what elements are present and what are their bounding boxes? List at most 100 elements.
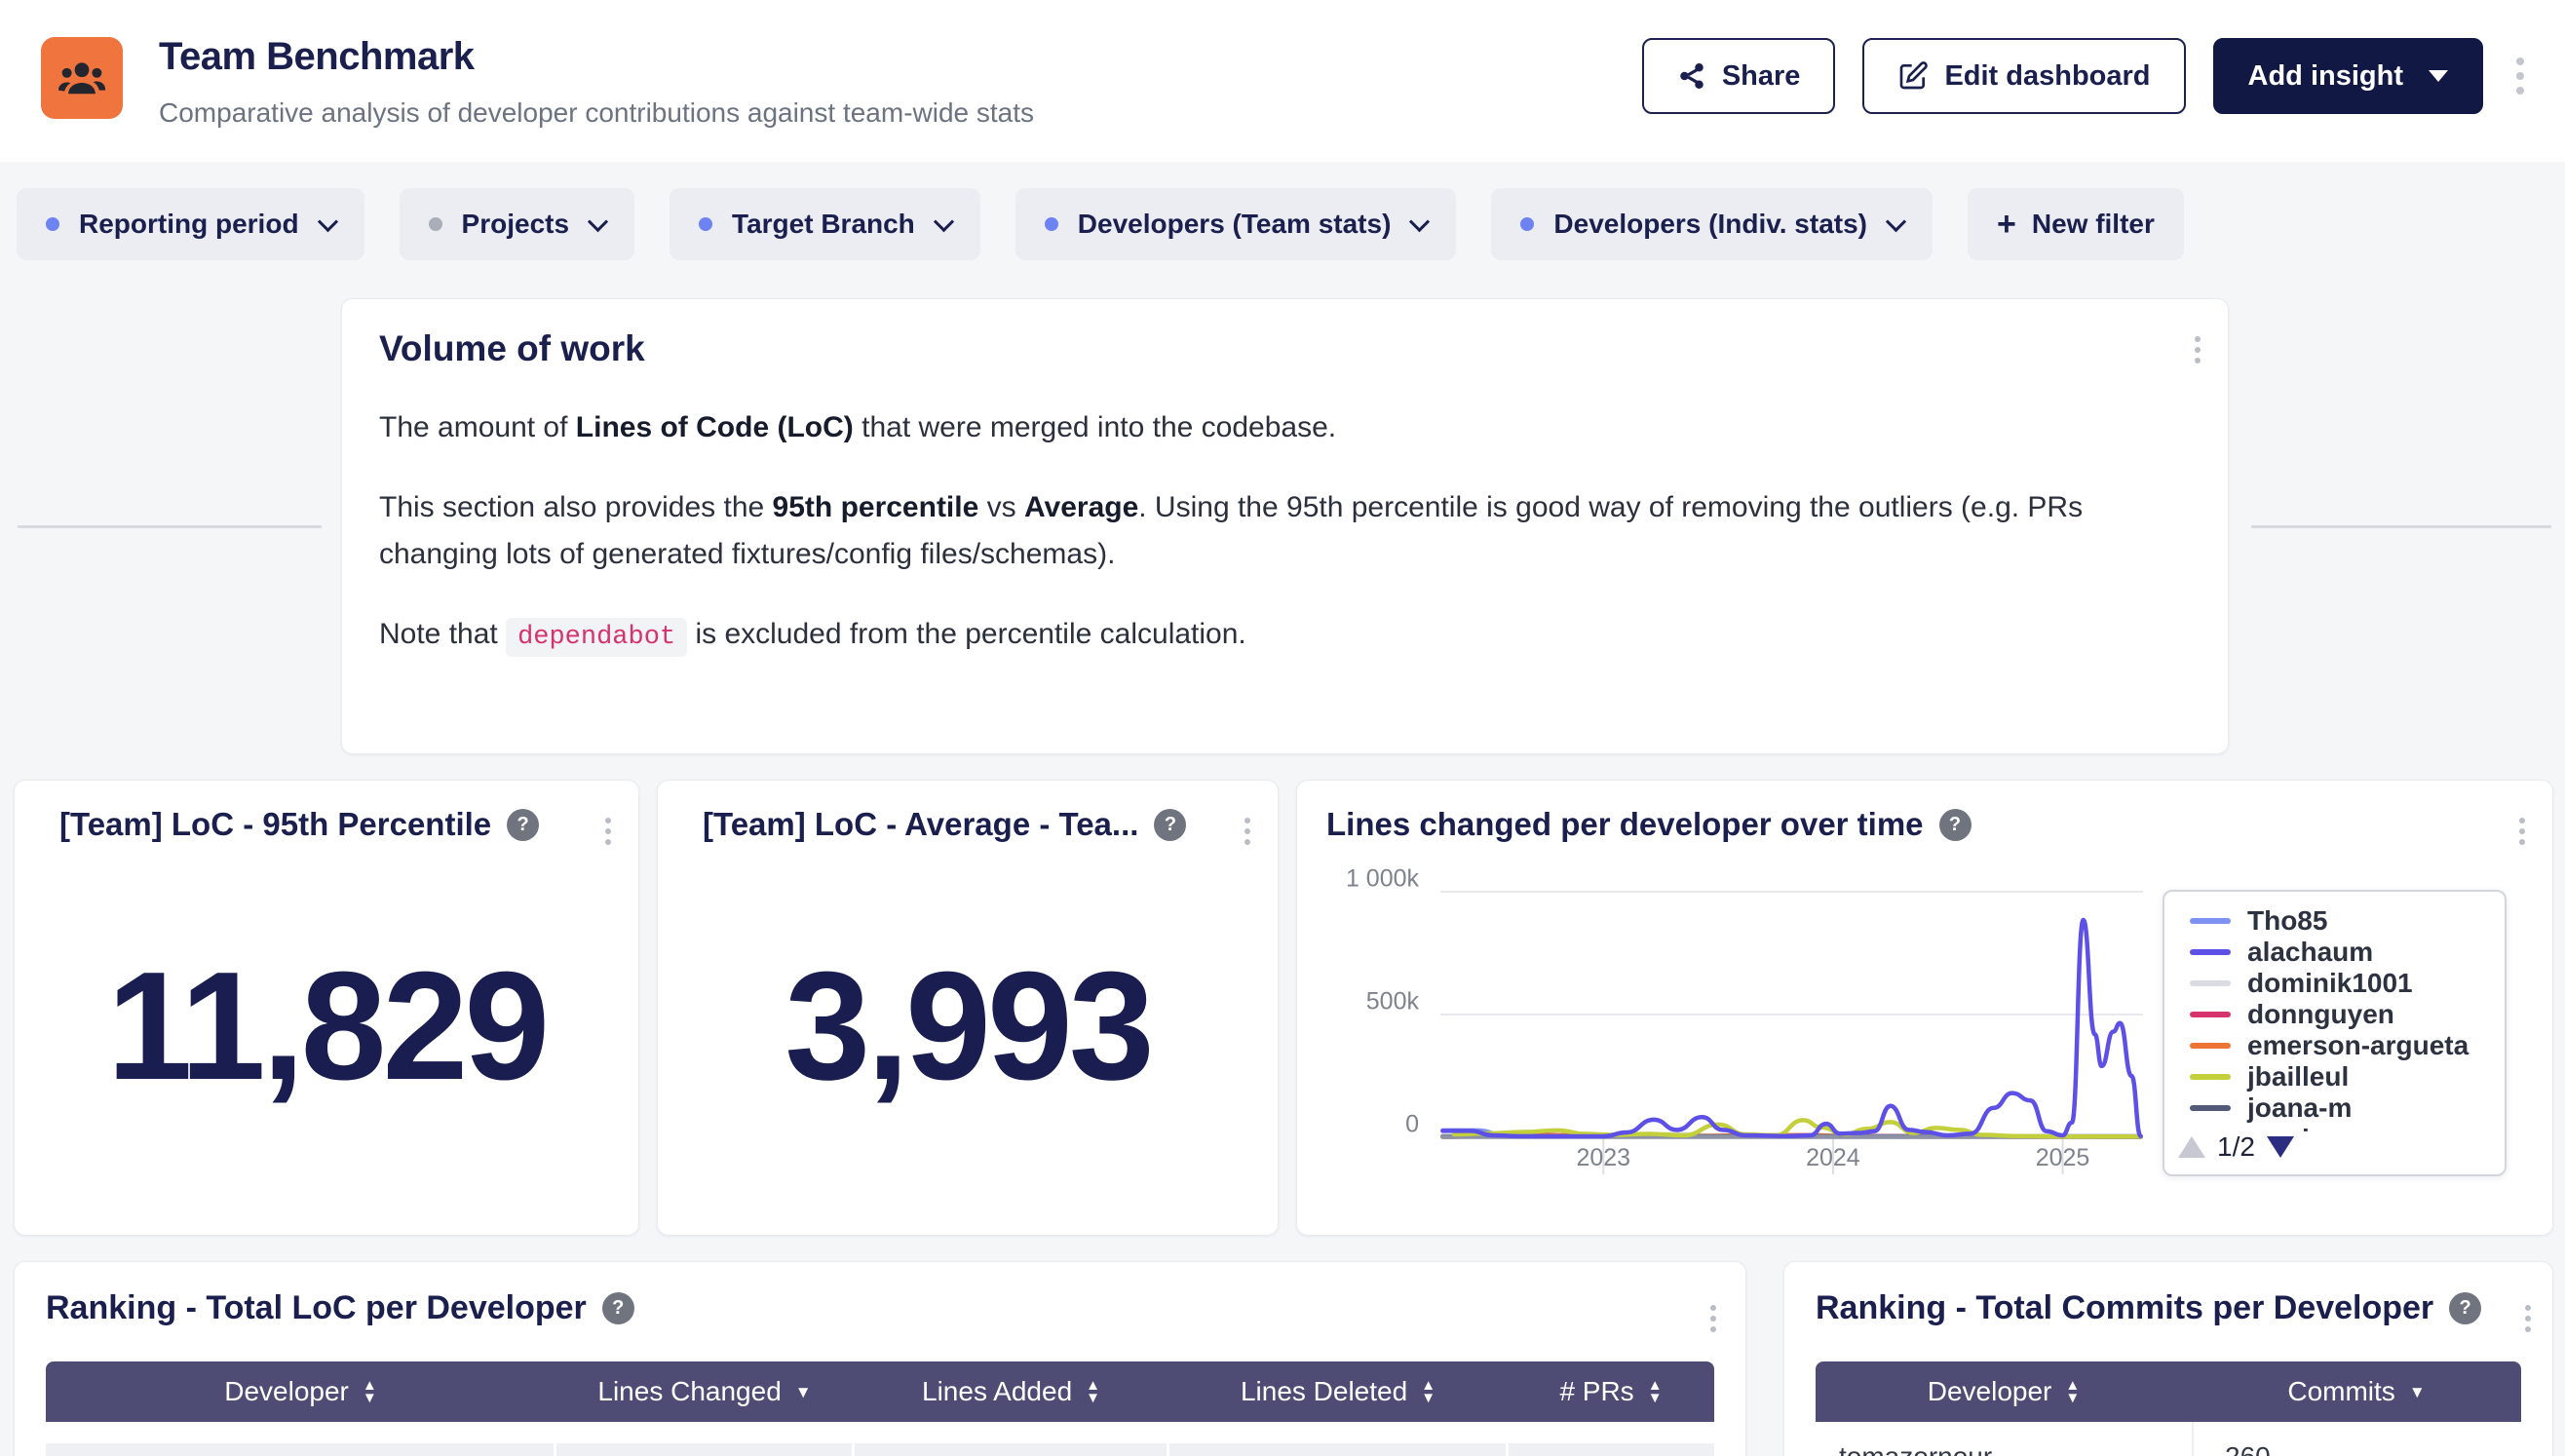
- sort-desc-icon[interactable]: [2409, 1384, 2426, 1400]
- series-line-alachaum: [1442, 920, 2140, 1136]
- add-insight-label: Add insight: [2248, 60, 2403, 93]
- help-icon[interactable]: ?: [507, 809, 539, 841]
- help-icon[interactable]: ?: [602, 1292, 634, 1324]
- kpi-card-95th-percentile: [Team] LoC - 95th Percentile ? 11,829: [14, 780, 639, 1236]
- legend-swatch-icon: [2190, 1074, 2231, 1080]
- help-icon[interactable]: ?: [1154, 809, 1186, 841]
- legend-label: alachaum: [2247, 937, 2373, 968]
- table-row[interactable]: tomazornour: [1839, 1441, 1992, 1456]
- sort-icon[interactable]: [1086, 1379, 1100, 1404]
- edit-pencil-icon: [1897, 60, 1929, 92]
- new-filter-button[interactable]: + New filter: [1968, 188, 2184, 260]
- kpi-card-average: [Team] LoC - Average - Tea... ? 3,993: [657, 780, 1279, 1236]
- legend-swatch-icon: [2190, 1043, 2231, 1049]
- legend-swatch-icon: [2190, 918, 2231, 924]
- edit-dashboard-label: Edit dashboard: [1944, 60, 2150, 93]
- legend-page-indicator: 1/2: [2217, 1131, 2255, 1163]
- top-header: Team Benchmark Comparative analysis of d…: [0, 0, 2565, 162]
- card-menu-kebab-icon[interactable]: [1704, 1299, 1722, 1338]
- column-header-developer[interactable]: Developer: [46, 1361, 555, 1422]
- share-button[interactable]: Share: [1642, 38, 1836, 114]
- ranking-loc-card: Ranking - Total LoC per Developer ? Deve…: [14, 1261, 1746, 1456]
- chevron-down-icon: [1886, 211, 1906, 232]
- x-tick-label: 2023: [1576, 1144, 1630, 1172]
- legend-item-dominik1001[interactable]: dominik1001: [2164, 968, 2505, 999]
- table-row[interactable]: [46, 1443, 1714, 1456]
- kpi-title: [Team] LoC - 95th Percentile: [59, 806, 491, 843]
- legend-label: jbailleul: [2247, 1061, 2349, 1092]
- chart-legend: Tho85alachaumdominik1001donnguyenemerson…: [2163, 890, 2507, 1176]
- filter-label: Developers (Indiv. stats): [1553, 209, 1867, 240]
- loc-table-header: Developer Lines Changed Lines Added Line…: [46, 1361, 1714, 1422]
- legend-label: maxice: [2247, 1124, 2340, 1131]
- legend-swatch-icon: [2190, 1012, 2231, 1017]
- table-row-value[interactable]: 260: [2225, 1441, 2271, 1456]
- card-menu-kebab-icon[interactable]: [2513, 812, 2531, 851]
- legend-item-jbailleul[interactable]: jbailleul: [2164, 1061, 2505, 1092]
- column-header-lines-deleted[interactable]: Lines Deleted: [1168, 1361, 1508, 1422]
- filter-target-branch[interactable]: Target Branch: [670, 188, 980, 260]
- commits-cell: 260: [2225, 1441, 2271, 1456]
- legend-page-up-icon[interactable]: [2178, 1136, 2205, 1158]
- column-header-developer[interactable]: Developer: [1816, 1361, 2192, 1422]
- filter-label: Projects: [462, 209, 570, 240]
- sort-icon[interactable]: [363, 1379, 377, 1404]
- legend-swatch-icon: [2190, 949, 2231, 955]
- header-actions: Share Edit dashboard Add insight: [1642, 37, 2530, 115]
- kpi-title: [Team] LoC - Average - Tea...: [703, 806, 1138, 843]
- legend-item-joana-m[interactable]: joana-m: [2164, 1092, 2505, 1124]
- sort-desc-icon[interactable]: [795, 1384, 812, 1400]
- help-icon[interactable]: ?: [1939, 809, 1972, 841]
- new-filter-label: New filter: [2032, 209, 2155, 240]
- legend-item-maxice[interactable]: maxice: [2164, 1124, 2505, 1131]
- y-tick-label: 500k: [1297, 988, 1419, 1016]
- filter-label: Reporting period: [79, 209, 299, 240]
- legend-item-donnguyen[interactable]: donnguyen: [2164, 999, 2505, 1030]
- chevron-down-icon: [588, 211, 608, 232]
- dashboard-page: Team Benchmark Comparative analysis of d…: [0, 0, 2565, 1456]
- column-header-lines-changed[interactable]: Lines Changed: [555, 1361, 854, 1422]
- card-menu-kebab-icon[interactable]: [2189, 330, 2206, 369]
- filter-developers-indiv[interactable]: Developers (Indiv. stats): [1491, 188, 1933, 260]
- chevron-down-icon: [1409, 211, 1430, 232]
- page-title: Team Benchmark: [159, 35, 475, 79]
- legend-label: dominik1001: [2247, 968, 2413, 999]
- column-divider: [2192, 1422, 2194, 1456]
- filter-projects[interactable]: Projects: [400, 188, 635, 260]
- column-header-prs[interactable]: # PRs: [1508, 1361, 1714, 1422]
- page-subtitle: Comparative analysis of developer contri…: [159, 97, 1034, 129]
- team-people-icon: [57, 53, 107, 103]
- filter-label: Developers (Team stats): [1078, 209, 1392, 240]
- sort-icon[interactable]: [2065, 1379, 2080, 1404]
- legend-item-alachaum[interactable]: alachaum: [2164, 937, 2505, 968]
- legend-item-emerson-argueta[interactable]: emerson-argueta: [2164, 1030, 2505, 1061]
- legend-swatch-icon: [2190, 1105, 2231, 1111]
- card-menu-kebab-icon[interactable]: [599, 812, 617, 851]
- filter-dot-icon: [699, 217, 712, 231]
- filter-reporting-period[interactable]: Reporting period: [17, 188, 364, 260]
- card-menu-kebab-icon[interactable]: [1239, 812, 1256, 851]
- legend-label: emerson-argueta: [2247, 1030, 2469, 1061]
- filter-label: Target Branch: [732, 209, 915, 240]
- edit-dashboard-button[interactable]: Edit dashboard: [1862, 38, 2185, 114]
- filter-developers-team[interactable]: Developers (Team stats): [1015, 188, 1457, 260]
- legend-item-Tho85[interactable]: Tho85: [2164, 905, 2505, 937]
- legend-swatch-icon: [2190, 980, 2231, 986]
- column-header-commits[interactable]: Commits: [2192, 1361, 2521, 1422]
- sort-icon[interactable]: [1648, 1379, 1663, 1404]
- help-icon[interactable]: ?: [2449, 1292, 2481, 1324]
- ranking-commits-card: Ranking - Total Commits per Developer ? …: [1783, 1261, 2553, 1456]
- column-header-lines-added[interactable]: Lines Added: [854, 1361, 1168, 1422]
- add-insight-button[interactable]: Add insight: [2213, 38, 2483, 114]
- volume-of-work-card: Volume of work The amount of Lines of Co…: [341, 298, 2229, 754]
- dashboard-logo: [41, 37, 123, 119]
- legend-page-down-icon[interactable]: [2267, 1136, 2294, 1158]
- legend-label: Tho85: [2247, 905, 2327, 937]
- volume-paragraph: The amount of Lines of Code (LoC) that w…: [379, 404, 2180, 451]
- y-tick-label: 1 000k: [1297, 865, 1419, 894]
- sort-icon[interactable]: [1421, 1379, 1436, 1404]
- filter-dot-icon: [1520, 217, 1534, 231]
- caret-down-icon: [2429, 70, 2448, 82]
- page-menu-kebab-icon[interactable]: [2510, 52, 2530, 100]
- card-menu-kebab-icon[interactable]: [2519, 1299, 2537, 1338]
